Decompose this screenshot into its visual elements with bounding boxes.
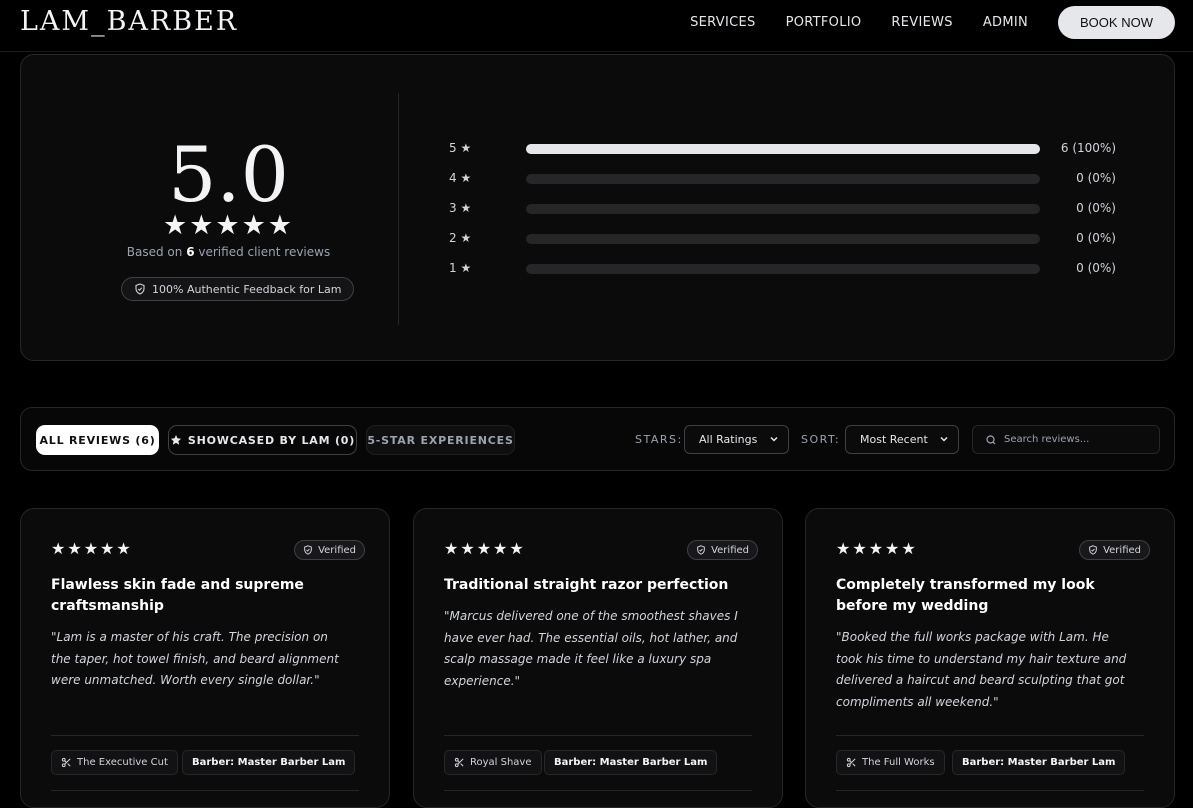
breakdown-label: 2 ★ — [449, 231, 472, 245]
card-divider — [836, 735, 1144, 736]
breakdown-label: 1 ★ — [449, 261, 472, 275]
sort-label: SORT: — [801, 433, 841, 446]
verified-label: Verified — [318, 544, 356, 556]
breakdown-count: 0 (0%) — [1076, 231, 1116, 245]
scissors-icon — [846, 757, 857, 768]
search-icon — [985, 434, 997, 446]
summary-divider — [398, 93, 399, 325]
card-divider — [51, 735, 359, 736]
shield-check-icon — [303, 545, 313, 555]
scissors-icon — [61, 757, 72, 768]
service-name: The Full Works — [862, 757, 935, 768]
chevron-down-icon — [938, 432, 950, 446]
rating-breakdown: 5 ★ 6 (100%) 4 ★ 0 (0%) 3 ★ 0 (0%) 2 ★ 0… — [449, 139, 1129, 289]
sort-select[interactable]: Most Recent — [845, 425, 959, 454]
barber-tag: Barber: Master Barber Lam — [952, 750, 1126, 775]
logo[interactable]: LAM_BARBER — [20, 6, 238, 37]
tab-all-reviews[interactable]: ALL REVIEWS (6) — [36, 425, 159, 455]
shield-check-icon — [696, 545, 706, 555]
sort-select-value: Most Recent — [860, 433, 928, 446]
service-tag: Royal Shave — [444, 750, 542, 775]
review-title: Traditional straight razor perfection — [444, 577, 729, 593]
breakdown-row-2[interactable]: 2 ★ 0 (0%) — [449, 229, 1129, 259]
review-stars: ★★★★★ — [836, 539, 918, 558]
scissors-icon — [454, 757, 465, 768]
authentic-badge: 100% Authentic Feedback for Lam — [121, 277, 355, 301]
service-name: The Executive Cut — [77, 757, 168, 768]
verified-badge: Verified — [1079, 540, 1150, 560]
average-stars: ★★★★★ — [162, 210, 295, 241]
nav-link-reviews[interactable]: REVIEWS — [891, 15, 952, 30]
stars-filter-label: STARS: — [635, 433, 683, 446]
card-divider — [444, 790, 752, 791]
breakdown-count: 0 (0%) — [1076, 201, 1116, 215]
breakdown-track — [526, 144, 1040, 154]
review-title: Flawless skin fade and supreme craftsman… — [51, 577, 304, 614]
shield-check-icon — [1088, 545, 1098, 555]
tab-five-star[interactable]: 5-STAR EXPERIENCES — [366, 425, 515, 455]
shield-check-icon — [134, 283, 146, 295]
review-stars: ★★★★★ — [444, 539, 526, 558]
breakdown-count: 0 (0%) — [1076, 261, 1116, 275]
nav-link-admin[interactable]: ADMIN — [983, 15, 1028, 30]
nav-link-services[interactable]: SERVICES — [690, 15, 755, 30]
service-tag: The Full Works — [836, 750, 945, 775]
review-filter-bar: ALL REVIEWS (6) SHOWCASED BY LAM (0) 5-S… — [20, 407, 1175, 471]
search-input[interactable] — [1004, 434, 1154, 445]
verified-badge: Verified — [687, 540, 758, 560]
breakdown-count: 6 (100%) — [1060, 141, 1116, 155]
review-card: ★★★★★ Verified Completely transformed my… — [805, 508, 1175, 808]
review-card: ★★★★★ Verified Flawless skin fade and su… — [20, 508, 390, 808]
based-on-text: Based on 6 verified client reviews — [21, 245, 436, 259]
service-tag: The Executive Cut — [51, 750, 178, 775]
breakdown-row-4[interactable]: 4 ★ 0 (0%) — [449, 169, 1129, 199]
review-search[interactable] — [972, 425, 1160, 454]
review-body: "Marcus delivered one of the smoothest s… — [444, 609, 738, 688]
star-icon — [170, 434, 182, 446]
verified-label: Verified — [711, 544, 749, 556]
breakdown-track — [526, 234, 1040, 244]
chevron-down-icon — [768, 432, 780, 446]
verified-badge: Verified — [294, 540, 365, 560]
breakdown-track — [526, 264, 1040, 274]
review-title: Completely transformed my look before my… — [836, 577, 1095, 614]
breakdown-fill — [526, 144, 1040, 154]
breakdown-track — [526, 204, 1040, 214]
stars-select-value: All Ratings — [699, 433, 758, 446]
tab-showcased-label: SHOWCASED BY LAM (0) — [187, 433, 356, 447]
breakdown-row-1[interactable]: 1 ★ 0 (0%) — [449, 259, 1129, 289]
based-prefix: Based on — [126, 245, 187, 259]
breakdown-row-5[interactable]: 5 ★ 6 (100%) — [449, 139, 1129, 169]
rating-summary: 5.0 ★★★★★ Based on 6 verified client rev… — [20, 54, 1175, 361]
breakdown-track — [526, 174, 1040, 184]
review-body: "Booked the full works package with Lam.… — [836, 630, 1127, 709]
review-stars: ★★★★★ — [51, 539, 133, 558]
card-divider — [51, 790, 359, 791]
breakdown-row-3[interactable]: 3 ★ 0 (0%) — [449, 199, 1129, 229]
review-count: 6 — [186, 245, 195, 259]
average-score: 5.0 — [168, 130, 289, 219]
breakdown-label: 4 ★ — [449, 171, 472, 185]
nav-link-portfolio[interactable]: PORTFOLIO — [786, 15, 862, 30]
card-divider — [836, 790, 1144, 791]
nav-links: SERVICES PORTFOLIO REVIEWS ADMIN — [690, 0, 1028, 44]
authentic-label: 100% Authentic Feedback for Lam — [152, 282, 342, 296]
top-nav: LAM_BARBER SERVICES PORTFOLIO REVIEWS AD… — [0, 0, 1193, 52]
breakdown-label: 5 ★ — [449, 141, 472, 155]
stars-select[interactable]: All Ratings — [684, 425, 789, 454]
based-suffix: verified client reviews — [194, 245, 331, 259]
card-divider — [444, 735, 752, 736]
book-now-button[interactable]: BOOK NOW — [1058, 6, 1175, 39]
tab-showcased[interactable]: SHOWCASED BY LAM (0) — [168, 425, 357, 455]
verified-label: Verified — [1103, 544, 1141, 556]
breakdown-label: 3 ★ — [449, 201, 472, 215]
review-body: "Lam is a master of his craft. The preci… — [51, 630, 339, 687]
barber-tag: Barber: Master Barber Lam — [544, 750, 718, 775]
breakdown-count: 0 (0%) — [1076, 171, 1116, 185]
review-card: ★★★★★ Verified Traditional straight razo… — [413, 508, 783, 808]
service-name: Royal Shave — [470, 757, 532, 768]
barber-tag: Barber: Master Barber Lam — [182, 750, 356, 775]
